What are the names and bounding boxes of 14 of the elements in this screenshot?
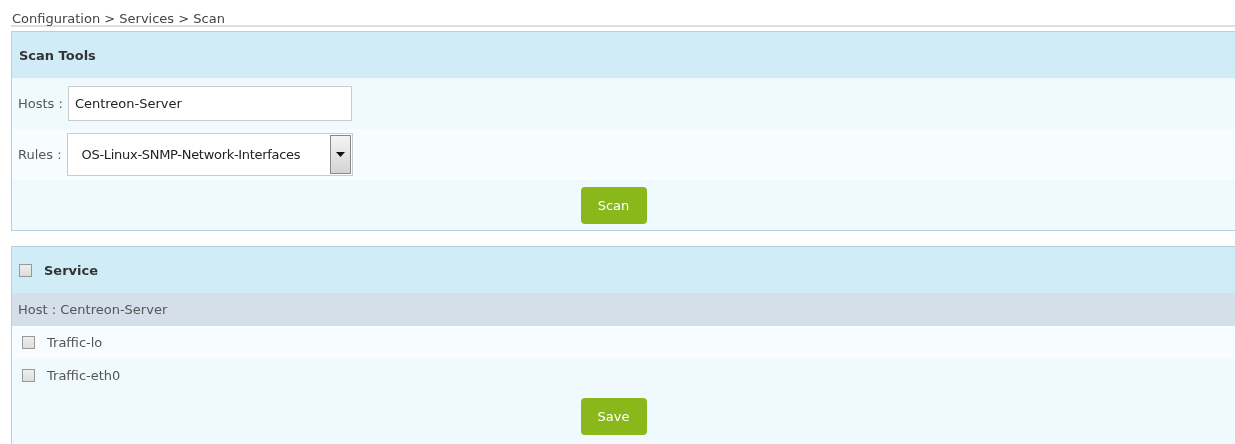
service-name: Traffic-eth0	[47, 368, 121, 383]
breadcrumb: Configuration > Services > Scan	[12, 11, 225, 25]
host-group-row: Host : Centreon-Server	[12, 293, 1235, 326]
checkbox[interactable]	[22, 369, 35, 382]
rules-dropdown[interactable]: OS-Linux-SNMP-Network-Interfaces	[66, 133, 353, 176]
hosts-field[interactable]: Centreon-Server	[67, 86, 352, 121]
panel-header: Scan Tools	[12, 32, 1235, 78]
checkbox[interactable]	[22, 336, 35, 349]
checkbox[interactable]	[19, 263, 32, 277]
column-header: Service	[44, 262, 99, 278]
caret-icon[interactable]	[329, 135, 351, 174]
field-label: Hosts :	[18, 96, 63, 111]
field-label: Rules :	[18, 147, 62, 162]
service-name: Traffic-lo	[47, 335, 103, 350]
